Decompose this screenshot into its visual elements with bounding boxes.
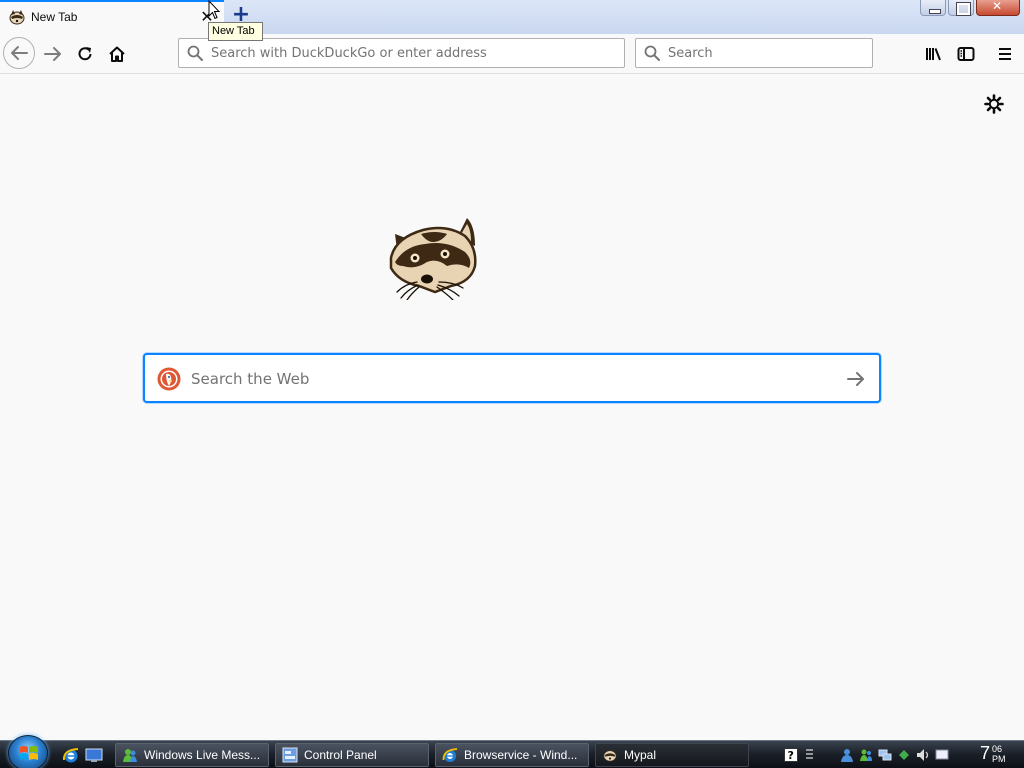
reload-icon [78, 47, 92, 61]
raccoon-favicon [603, 750, 617, 762]
reload-button[interactable] [69, 38, 101, 70]
tab-title: New Tab [31, 10, 78, 24]
taskbar-item-messenger[interactable]: Windows Live Mess... [115, 743, 269, 767]
user-icon[interactable] [840, 748, 854, 762]
taskbar-item-label: Browservice - Wind... [464, 748, 578, 762]
menu-button[interactable] [989, 38, 1021, 70]
windows-start-orb[interactable] [8, 735, 48, 768]
window-controls [920, 0, 1020, 16]
safely-remove-hardware-icon[interactable] [897, 748, 911, 762]
raccoon-logo [389, 218, 477, 300]
web-search-box[interactable] [143, 353, 881, 403]
control-panel-icon [282, 747, 298, 763]
internet-explorer-icon[interactable] [62, 746, 80, 764]
navigation-toolbar [0, 34, 1024, 74]
sidebar-icon [957, 47, 975, 61]
back-button[interactable] [3, 37, 35, 69]
show-desktop-icon[interactable] [85, 746, 103, 764]
help-icon[interactable]: ? [784, 748, 798, 762]
title-bar: New Tab ✕ + [0, 0, 1024, 34]
raccoon-favicon [9, 10, 25, 25]
window-close-icon[interactable] [976, 0, 1020, 16]
duckduckgo-icon [157, 367, 181, 391]
clock-hour: 7 [980, 743, 991, 763]
address-input[interactable] [211, 43, 611, 63]
home-button[interactable] [101, 38, 133, 70]
address-bar[interactable] [178, 38, 625, 68]
library-icon [926, 48, 941, 61]
home-icon [109, 46, 125, 62]
language-icon[interactable] [803, 748, 817, 762]
taskbar: Windows Live Mess... Control Panel Brows… [0, 735, 1024, 768]
taskbar-item-label: Windows Live Mess... [144, 748, 261, 762]
messenger-tray-icon[interactable] [859, 748, 873, 762]
web-search-input[interactable] [191, 367, 831, 391]
gear-icon[interactable] [984, 94, 1004, 114]
forward-button[interactable] [37, 38, 69, 70]
sidebar-button[interactable] [950, 38, 982, 70]
internet-explorer-icon [442, 748, 458, 762]
taskbar-item-mypal[interactable]: Mypal [595, 743, 749, 767]
taskbar-item-label: Mypal [624, 748, 657, 762]
taskbar-item-label: Control Panel [304, 748, 377, 762]
clock-minute: 06 [992, 744, 1003, 754]
volume-icon[interactable] [916, 748, 930, 762]
windows-logo-icon [20, 746, 38, 760]
new-tab-tooltip: New Tab [208, 22, 263, 41]
minimize-icon[interactable] [920, 0, 946, 16]
maximize-icon[interactable] [948, 0, 974, 16]
taskbar-item-control-panel[interactable]: Control Panel [275, 743, 429, 767]
taskbar-item-browservice[interactable]: Browservice - Wind... [435, 743, 589, 767]
hamburger-menu-icon [999, 48, 1011, 60]
arrow-right-icon[interactable] [845, 368, 867, 390]
new-tab-page [0, 75, 1024, 740]
svg-text:?: ? [788, 749, 794, 762]
search-input[interactable] [668, 43, 863, 63]
clock-ampm: PM [992, 754, 1006, 764]
forward-arrow-icon [44, 47, 61, 61]
mouse-cursor-icon [208, 0, 220, 20]
search-icon [187, 45, 203, 61]
back-arrow-icon [11, 46, 28, 60]
display-icon[interactable] [935, 748, 949, 762]
network-icon[interactable] [878, 748, 892, 762]
tab-new-tab[interactable]: New Tab ✕ [0, 0, 224, 34]
library-button[interactable] [918, 38, 950, 70]
search-icon [644, 45, 660, 61]
messenger-icon [123, 749, 137, 762]
search-bar[interactable] [635, 38, 873, 68]
